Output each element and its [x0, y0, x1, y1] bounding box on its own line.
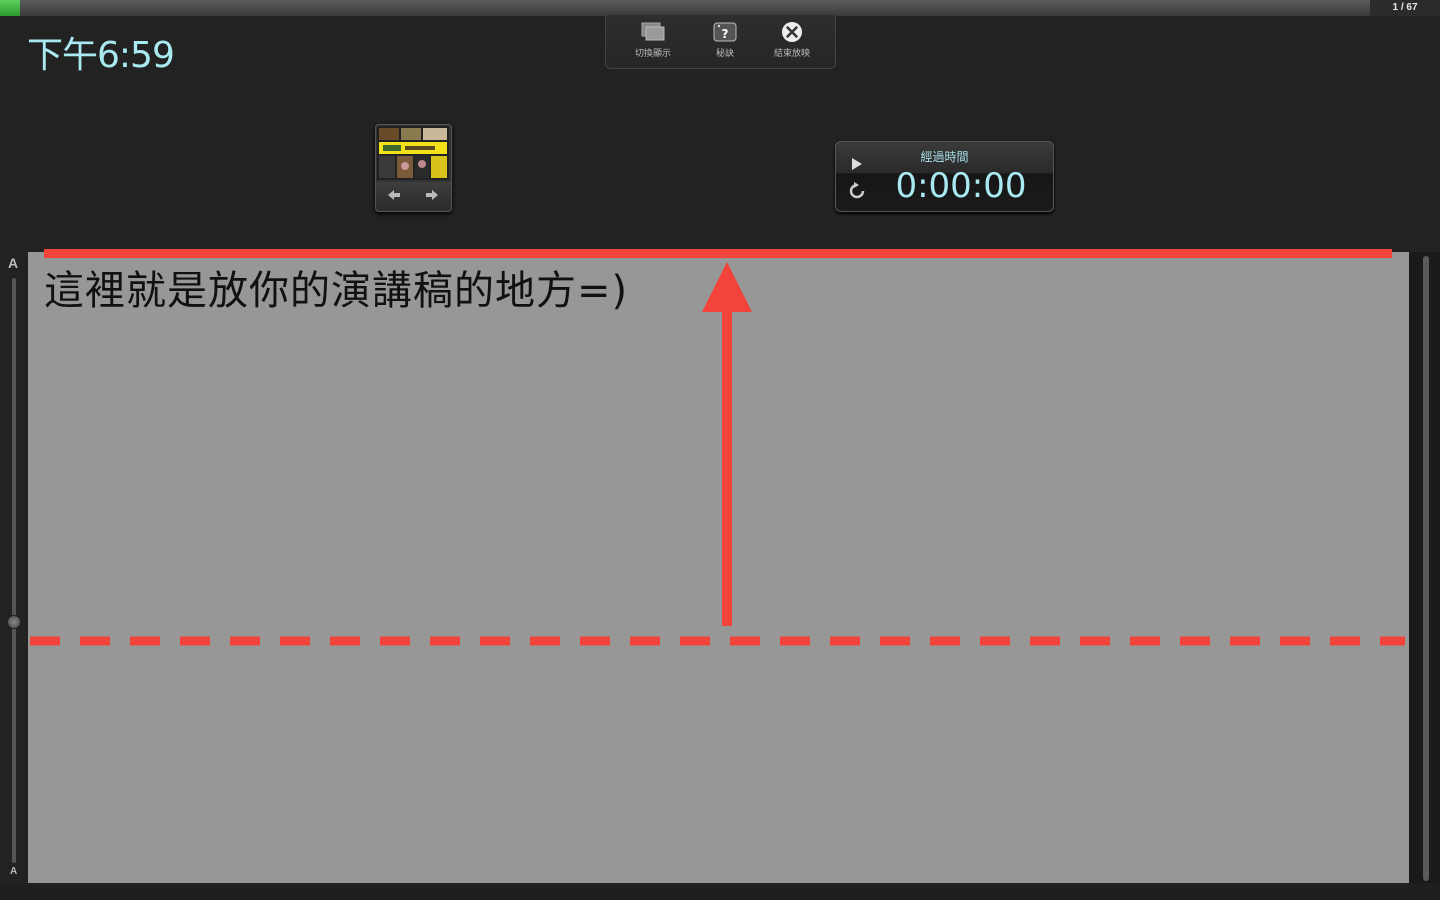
- slide-navigator: [375, 124, 452, 212]
- switch-display-button[interactable]: 切換顯示: [618, 21, 688, 59]
- arrow-right-icon[interactable]: [424, 188, 440, 202]
- end-show-button[interactable]: 結束放映: [757, 21, 827, 59]
- arrow-left-icon[interactable]: [386, 188, 402, 202]
- notes-scrollbar[interactable]: [1409, 252, 1440, 883]
- font-size-slider[interactable]: A A: [0, 252, 28, 883]
- switch-display-label: 切換顯示: [634, 48, 671, 58]
- current-time-clock: 下午6:59: [27, 35, 175, 76]
- switch-display-icon: [641, 22, 665, 41]
- help-label: 秘訣: [715, 48, 734, 58]
- font-size-large-label: A: [8, 255, 19, 271]
- help-button[interactable]: ? 秘訣: [690, 21, 760, 59]
- reset-icon[interactable]: [848, 182, 866, 200]
- slide-nav-controls: [376, 182, 451, 210]
- slideshow-progress-bar: 1 / 67: [0, 0, 1440, 16]
- slider-knob[interactable]: [7, 615, 21, 629]
- help-icon: ?: [713, 22, 737, 42]
- presenter-notes-text: 這裡就是放你的演講稿的地方=): [44, 268, 629, 314]
- svg-text:?: ?: [722, 27, 729, 41]
- progress-indicator: [0, 0, 20, 16]
- slide-counter: 1 / 67: [1370, 0, 1440, 16]
- close-icon: [782, 22, 802, 42]
- font-size-small-label: A: [10, 866, 18, 877]
- bottom-bar: [0, 883, 1440, 900]
- play-icon[interactable]: [850, 157, 864, 171]
- presenter-toolbar: 切換顯示 ? 秘訣 結束放映: [605, 15, 836, 69]
- current-slide-thumbnail[interactable]: [377, 126, 449, 180]
- elapsed-timer: 經過時間 0:00:00: [835, 141, 1054, 212]
- elapsed-time-value: 0:00:00: [895, 166, 1027, 206]
- slider-track[interactable]: [12, 278, 16, 863]
- presenter-notes-area[interactable]: 這裡就是放你的演講稿的地方=): [28, 252, 1409, 883]
- scrollbar-thumb[interactable]: [1423, 256, 1429, 881]
- end-show-label: 結束放映: [773, 48, 810, 58]
- elapsed-time-label: 經過時間: [920, 150, 969, 164]
